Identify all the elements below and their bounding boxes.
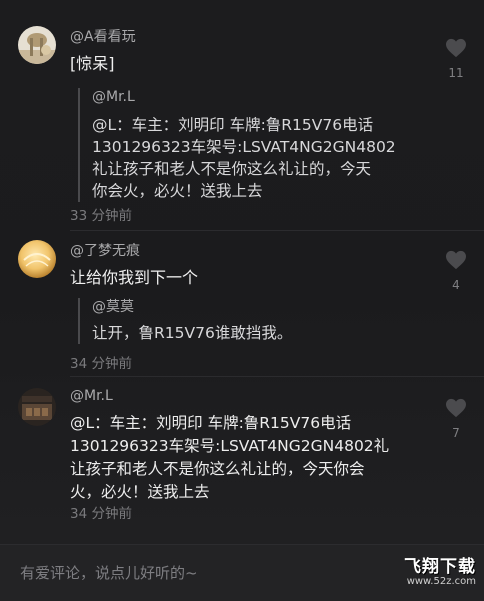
quoted-reply: @莫莫 让开，鲁R15V76谁敢挡我。 [78, 298, 292, 344]
like-button[interactable]: 11 [440, 38, 472, 80]
quoted-text-line: @L：车主：刘明印 车牌:鲁R15V76电话 [92, 116, 374, 134]
avatar[interactable] [18, 388, 56, 426]
avatar[interactable] [18, 26, 56, 64]
like-button[interactable]: 4 [440, 250, 472, 292]
comment-feed: @A看看玩 [惊呆] @Mr.L @L：车主：刘明印 车牌:鲁R15V76电话 … [0, 0, 484, 544]
quoted-text-line: 1301296323车架号:LSVAT4NG2GN4802 [92, 138, 396, 156]
like-count: 7 [452, 426, 460, 440]
comment-timestamp: 34 分钟前 [70, 506, 132, 522]
like-count: 11 [448, 66, 464, 80]
comment-text-line: 让孩子和老人不是你这么礼让的，今天你会 [70, 460, 365, 478]
heart-icon [440, 398, 472, 418]
comment-text-line: @L：车主：刘明印 车牌:鲁R15V76电话 [70, 414, 352, 432]
comment-text-line: 1301296323车架号:LSVAT4NG2GN4802礼 [70, 437, 390, 455]
comment-username[interactable]: @A看看玩 [70, 26, 136, 46]
comment-text-line: 火，必火！送我上去 [70, 483, 210, 501]
avatar[interactable] [18, 240, 56, 278]
heart-icon [440, 38, 472, 58]
comment-text: [惊呆] [70, 54, 115, 73]
comment-username[interactable]: @Mr.L [70, 388, 113, 404]
watermark-title: 飞翔下载 [404, 557, 476, 577]
like-button[interactable]: 7 [440, 398, 472, 440]
comment-timestamp: 34 分钟前 [70, 356, 132, 372]
heart-icon [440, 250, 472, 270]
quoted-text-line: 你会火，必火！送我上去 [92, 182, 263, 200]
quoted-text-line: 礼让孩子和老人不是你这么礼让的，今天 [92, 160, 372, 178]
quoted-username[interactable]: @Mr.L [92, 88, 396, 106]
comment-username[interactable]: @了梦无痕 [70, 240, 140, 260]
comment-timestamp: 33 分钟前 [70, 208, 132, 224]
comment-text: 让给你我到下一个 [70, 268, 199, 287]
comment-text: @L：车主：刘明印 车牌:鲁R15V76电话 1301296323车架号:LSV… [70, 412, 389, 504]
divider [70, 230, 484, 231]
divider [70, 376, 484, 377]
watermark-url: www.52z.com [406, 576, 476, 587]
watermark-logo: 飞翔下载 www.52z.com [380, 552, 476, 587]
comment-input[interactable] [0, 545, 420, 601]
quoted-username[interactable]: @莫莫 [92, 298, 292, 316]
quoted-text-line: 让开，鲁R15V76谁敢挡我。 [92, 324, 293, 342]
like-count: 4 [452, 278, 460, 292]
quoted-reply: @Mr.L @L：车主：刘明印 车牌:鲁R15V76电话 1301296323车… [78, 88, 396, 202]
